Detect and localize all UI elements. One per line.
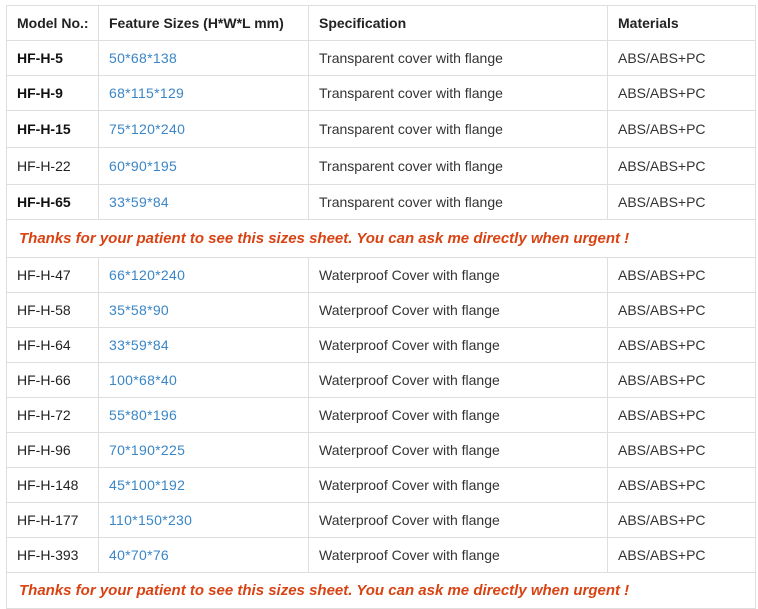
- spec-cell: Waterproof Cover with flange: [308, 327, 608, 363]
- table-row: HF-H-72 55*80*196 Waterproof Cover with …: [6, 397, 756, 433]
- materials-cell: ABS/ABS+PC: [607, 432, 756, 468]
- table-row: HF-H-5 50*68*138 Transparent cover with …: [6, 40, 756, 76]
- materials-cell: ABS/ABS+PC: [607, 147, 756, 185]
- model-cell: HF-H-47: [6, 257, 99, 293]
- model-cell: HF-H-65: [6, 184, 99, 220]
- spec-cell: Waterproof Cover with flange: [308, 397, 608, 433]
- size-cell: 33*59*84: [98, 327, 309, 363]
- notice-message: Thanks for your patient to see this size…: [6, 219, 756, 258]
- model-cell: HF-H-72: [6, 397, 99, 433]
- materials-cell: ABS/ABS+PC: [607, 110, 756, 148]
- spec-cell: Waterproof Cover with flange: [308, 362, 608, 398]
- spec-cell: Waterproof Cover with flange: [308, 432, 608, 468]
- size-cell: 100*68*40: [98, 362, 309, 398]
- spec-cell: Waterproof Cover with flange: [308, 502, 608, 538]
- size-cell: 60*90*195: [98, 147, 309, 185]
- size-cell: 45*100*192: [98, 467, 309, 503]
- size-cell: 55*80*196: [98, 397, 309, 433]
- model-cell: HF-H-22: [6, 147, 99, 185]
- table-row: HF-H-15 75*120*240 Transparent cover wit…: [6, 110, 756, 148]
- size-cell: 70*190*225: [98, 432, 309, 468]
- table-row: HF-H-148 45*100*192 Waterproof Cover wit…: [6, 467, 756, 503]
- size-cell: 68*115*129: [98, 75, 309, 111]
- size-cell: 35*58*90: [98, 292, 309, 328]
- materials-cell: ABS/ABS+PC: [607, 502, 756, 538]
- model-cell: HF-H-9: [6, 75, 99, 111]
- size-cell: 66*120*240: [98, 257, 309, 293]
- spec-cell: Transparent cover with flange: [308, 110, 608, 148]
- model-cell: HF-H-393: [6, 537, 99, 573]
- size-cell: 110*150*230: [98, 502, 309, 538]
- size-cell: 40*70*76: [98, 537, 309, 573]
- spec-cell: Waterproof Cover with flange: [308, 292, 608, 328]
- model-cell: HF-H-96: [6, 432, 99, 468]
- materials-cell: ABS/ABS+PC: [607, 362, 756, 398]
- model-cell: HF-H-148: [6, 467, 99, 503]
- size-cell: 33*59*84: [98, 184, 309, 220]
- model-cell: HF-H-64: [6, 327, 99, 363]
- spec-cell: Transparent cover with flange: [308, 75, 608, 111]
- table-row: HF-H-96 70*190*225 Waterproof Cover with…: [6, 432, 756, 468]
- model-cell: HF-H-177: [6, 502, 99, 538]
- table-row: HF-H-393 40*70*76 Waterproof Cover with …: [6, 537, 756, 573]
- materials-cell: ABS/ABS+PC: [607, 327, 756, 363]
- table-row: HF-H-65 33*59*84 Transparent cover with …: [6, 184, 756, 220]
- table-row: HF-H-177 110*150*230 Waterproof Cover wi…: [6, 502, 756, 538]
- notice-row: Thanks for your patient to see this size…: [6, 572, 756, 609]
- header-model: Model No.:: [6, 5, 99, 41]
- model-cell: HF-H-5: [6, 40, 99, 76]
- table-row: HF-H-9 68*115*129 Transparent cover with…: [6, 75, 756, 111]
- materials-cell: ABS/ABS+PC: [607, 292, 756, 328]
- materials-cell: ABS/ABS+PC: [607, 40, 756, 76]
- model-cell: HF-H-58: [6, 292, 99, 328]
- sizes-table: Model No.: Feature Sizes (H*W*L mm) Spec…: [6, 5, 756, 609]
- table-header-row: Model No.: Feature Sizes (H*W*L mm) Spec…: [6, 5, 756, 41]
- notice-row: Thanks for your patient to see this size…: [6, 219, 756, 258]
- spec-cell: Transparent cover with flange: [308, 184, 608, 220]
- materials-cell: ABS/ABS+PC: [607, 537, 756, 573]
- materials-cell: ABS/ABS+PC: [607, 75, 756, 111]
- model-cell: HF-H-66: [6, 362, 99, 398]
- materials-cell: ABS/ABS+PC: [607, 397, 756, 433]
- header-materials: Materials: [607, 5, 756, 41]
- spec-cell: Waterproof Cover with flange: [308, 257, 608, 293]
- spec-cell: Transparent cover with flange: [308, 40, 608, 76]
- notice-message: Thanks for your patient to see this size…: [6, 572, 756, 609]
- spec-cell: Transparent cover with flange: [308, 147, 608, 185]
- model-cell: HF-H-15: [6, 110, 99, 148]
- header-spec: Specification: [308, 5, 608, 41]
- materials-cell: ABS/ABS+PC: [607, 257, 756, 293]
- table-row: HF-H-22 60*90*195 Transparent cover with…: [6, 147, 756, 185]
- table-row: HF-H-64 33*59*84 Waterproof Cover with f…: [6, 327, 756, 363]
- table-row: HF-H-47 66*120*240 Waterproof Cover with…: [6, 257, 756, 293]
- header-size: Feature Sizes (H*W*L mm): [98, 5, 309, 41]
- spec-cell: Waterproof Cover with flange: [308, 537, 608, 573]
- size-cell: 75*120*240: [98, 110, 309, 148]
- table-row: HF-H-66 100*68*40 Waterproof Cover with …: [6, 362, 756, 398]
- size-cell: 50*68*138: [98, 40, 309, 76]
- spec-cell: Waterproof Cover with flange: [308, 467, 608, 503]
- materials-cell: ABS/ABS+PC: [607, 467, 756, 503]
- table-row: HF-H-58 35*58*90 Waterproof Cover with f…: [6, 292, 756, 328]
- materials-cell: ABS/ABS+PC: [607, 184, 756, 220]
